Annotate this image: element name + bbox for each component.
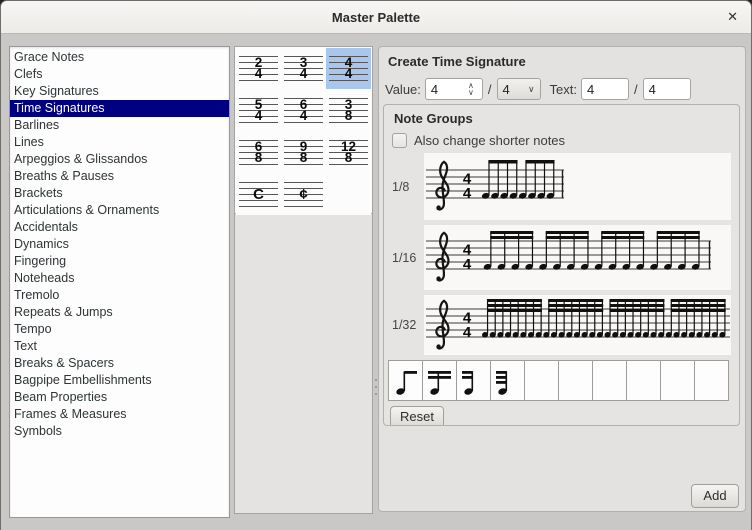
sidebar-item-brackets[interactable]: Brackets: [10, 185, 229, 202]
sidebar-item-key-signatures[interactable]: Key Signatures: [10, 83, 229, 100]
reset-button[interactable]: Reset: [390, 406, 444, 426]
value-row: Value: ∧∨ / 4 ∨ Text: /: [385, 78, 745, 100]
note-groups-box: Note Groups Also change shorter notes 1/…: [383, 104, 740, 426]
chevron-down-icon: ∨: [528, 84, 535, 95]
timesig-cell-4-4-selected[interactable]: 44: [326, 48, 371, 89]
note-group-row-16th: 1/16 44: [384, 225, 739, 290]
create-time-signature-title: Create Time Signature: [388, 54, 745, 69]
also-change-shorter-notes-checkbox[interactable]: [392, 133, 407, 148]
sidebar-item-time-signatures[interactable]: Time Signatures: [10, 100, 229, 117]
beam-empty-cell[interactable]: [660, 360, 695, 401]
staff-editor-16th[interactable]: 44: [424, 225, 731, 290]
spinner-arrows-icon[interactable]: ∧∨: [462, 79, 480, 99]
sidebar-item-noteheads[interactable]: Noteheads: [10, 270, 229, 287]
title-bar[interactable]: Master Palette ✕: [1, 1, 751, 34]
timesig-cell-6-4[interactable]: 64: [281, 90, 326, 131]
sidebar-item-bagpipe[interactable]: Bagpipe Embellishments: [10, 372, 229, 389]
beam-empty-cell[interactable]: [626, 360, 661, 401]
create-time-signature-panel: Create Time Signature Value: ∧∨ / 4 ∨ Te…: [378, 46, 746, 512]
add-button[interactable]: Add: [691, 484, 739, 508]
timesig-cell-2-4[interactable]: 24: [236, 48, 281, 89]
text-numerator-field[interactable]: [581, 78, 629, 100]
svg-text:4: 4: [463, 185, 472, 202]
timesig-cell-5-4[interactable]: 54: [236, 90, 281, 131]
sidebar-item-repeats[interactable]: Repeats & Jumps: [10, 304, 229, 321]
note-groups-title: Note Groups: [394, 111, 739, 126]
text-denominator-field[interactable]: [643, 78, 691, 100]
sidebar-item-articulations[interactable]: Articulations & Ornaments: [10, 202, 229, 219]
value-label: Value:: [385, 82, 421, 97]
beam-empty-cell[interactable]: [524, 360, 559, 401]
master-palette-window: Master Palette ✕ Grace Notes Clefs Key S…: [0, 0, 752, 530]
sidebar-item-frames[interactable]: Frames & Measures: [10, 406, 229, 423]
sidebar-item-accidentals[interactable]: Accidentals: [10, 219, 229, 236]
staff-editor-8th[interactable]: 44: [424, 153, 731, 220]
note-group-row-8th: 1/8 44: [384, 153, 739, 220]
row-label-1-32: 1/32: [384, 318, 424, 332]
beam-sub-16th-icon[interactable]: [456, 360, 491, 401]
timesig-cell-9-8[interactable]: 98: [281, 132, 326, 173]
beam-empty-cell[interactable]: [592, 360, 627, 401]
sidebar-item-beam-properties[interactable]: Beam Properties: [10, 389, 229, 406]
timesig-cell-3-4[interactable]: 34: [281, 48, 326, 89]
time-signature-grid: 24 34 44 54 64 38 68 98 128 C ¢: [235, 47, 372, 214]
beam-start-icon[interactable]: [388, 360, 423, 401]
sidebar-item-tremolo[interactable]: Tremolo: [10, 287, 229, 304]
sidebar-item-barlines[interactable]: Barlines: [10, 117, 229, 134]
beam-empty-cell[interactable]: [694, 360, 729, 401]
text-slash: /: [634, 82, 638, 97]
sidebar-item-clefs[interactable]: Clefs: [10, 66, 229, 83]
staff-editor-32nd[interactable]: 44: [424, 295, 731, 355]
value-spinner[interactable]: ∧∨: [425, 78, 483, 100]
timesig-cell-3-8[interactable]: 38: [326, 90, 371, 131]
timesig-cell-12-8[interactable]: 128: [326, 132, 371, 173]
beam-mode-toolbar: [388, 360, 739, 401]
sidebar-item-symbols[interactable]: Symbols: [10, 423, 229, 440]
row-label-1-16: 1/16: [384, 251, 424, 265]
beam-empty-cell[interactable]: [558, 360, 593, 401]
value-input[interactable]: [426, 79, 462, 99]
sidebar-item-dynamics[interactable]: Dynamics: [10, 236, 229, 253]
shorter-notes-row: Also change shorter notes: [392, 133, 739, 148]
svg-text:4: 4: [463, 256, 472, 273]
sidebar-item-breaths[interactable]: Breaths & Pauses: [10, 168, 229, 185]
sidebar-item-text[interactable]: Text: [10, 338, 229, 355]
value-slash: /: [488, 82, 492, 97]
panel-splitter-handle[interactable]: [374, 379, 377, 395]
beam-sub-32nd-icon[interactable]: [490, 360, 525, 401]
sidebar-item-arpeggios[interactable]: Arpeggios & Glissandos: [10, 151, 229, 168]
close-icon[interactable]: ✕: [727, 9, 738, 25]
time-signature-palette-panel: 24 34 44 54 64 38 68 98 128 C ¢: [234, 46, 373, 514]
sidebar-item-tempo[interactable]: Tempo: [10, 321, 229, 338]
row-label-1-8: 1/8: [384, 180, 424, 194]
timesig-cell-6-8[interactable]: 68: [236, 132, 281, 173]
timesig-cell-common[interactable]: C: [236, 174, 281, 215]
timesig-cell-empty: [326, 174, 371, 215]
text-label: Text:: [550, 82, 577, 97]
sidebar-item-grace-notes[interactable]: Grace Notes: [10, 49, 229, 66]
sidebar-item-fingering[interactable]: Fingering: [10, 253, 229, 270]
svg-text:4: 4: [463, 324, 472, 341]
sidebar-item-breaks[interactable]: Breaks & Spacers: [10, 355, 229, 372]
window-title: Master Palette: [332, 10, 420, 25]
timesig-cell-cut[interactable]: ¢: [281, 174, 326, 215]
sidebar-item-lines[interactable]: Lines: [10, 134, 229, 151]
denominator-dropdown[interactable]: 4 ∨: [497, 78, 541, 100]
beam-middle-icon[interactable]: [422, 360, 457, 401]
palette-category-list[interactable]: Grace Notes Clefs Key Signatures Time Si…: [9, 46, 230, 518]
note-group-row-32nd: 1/32 44: [384, 295, 739, 355]
checkbox-label: Also change shorter notes: [414, 133, 565, 148]
